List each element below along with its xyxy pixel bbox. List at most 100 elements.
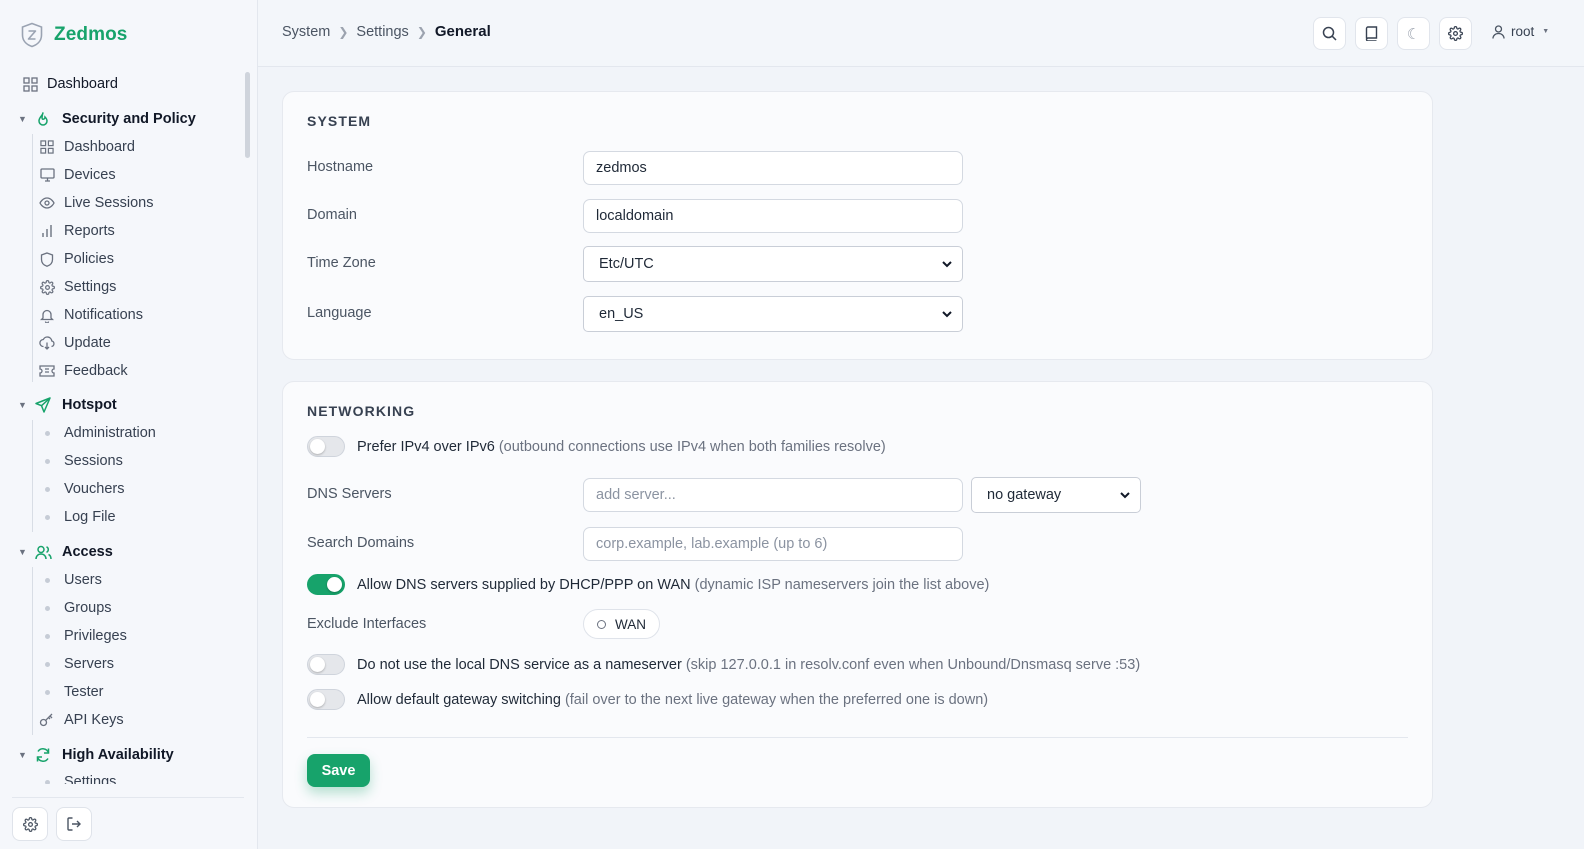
theme-toggle-button[interactable]: ☾ <box>1397 17 1430 50</box>
sidebar-scrollbar[interactable] <box>245 72 250 158</box>
exclude-wan-chip[interactable]: WAN <box>583 609 660 639</box>
bullet <box>39 779 55 784</box>
sidebar-item-live-sessions[interactable]: Live Sessions <box>39 191 153 215</box>
sidebar-group-label: Access <box>62 544 113 560</box>
sidebar-item-log-file[interactable]: Log File <box>39 505 116 529</box>
sidebar-item-label: Devices <box>64 167 116 183</box>
app-name: Zedmos <box>54 24 128 45</box>
caret-down-icon: ▼ <box>1542 28 1550 35</box>
bullet <box>39 605 55 611</box>
section-title: NETWORKING <box>307 403 416 419</box>
sidebar-item-label: Settings <box>64 774 117 784</box>
sidebar-item-sp-dashboard[interactable]: Dashboard <box>39 135 135 159</box>
sidebar-item-reports[interactable]: Reports <box>39 219 115 243</box>
tree-line <box>32 420 33 532</box>
allow-dhcp-text: Allow DNS servers supplied by DHCP/PPP o… <box>357 577 989 593</box>
timezone-select[interactable]: Etc/UTC <box>583 246 963 282</box>
docs-button[interactable] <box>1355 17 1388 50</box>
hostname-input[interactable]: zedmos <box>583 151 963 185</box>
gateway-select[interactable]: no gateway <box>971 477 1141 513</box>
gear-icon <box>1448 26 1463 41</box>
breadcrumb-system[interactable]: System <box>282 24 330 40</box>
chevron-down-icon <box>1120 491 1130 499</box>
sidebar-group-hotspot[interactable]: ▼ Hotspot <box>0 393 117 417</box>
sidebar-group-label: High Availability <box>62 747 174 763</box>
app-logo[interactable]: Zedmos <box>20 22 127 48</box>
bullet <box>39 430 55 436</box>
allow-dhcp-dns-toggle[interactable] <box>307 574 345 595</box>
sidebar-clip: Settings <box>0 769 258 784</box>
grid-icon <box>22 76 38 92</box>
search-icon <box>1322 26 1337 41</box>
breadcrumb-settings[interactable]: Settings <box>356 24 408 40</box>
search-domains-input[interactable]: corp.example, lab.example (up to 6) <box>583 527 963 561</box>
logout-button[interactable] <box>56 807 92 841</box>
dns-server-input[interactable]: add server... <box>583 478 963 512</box>
sidebar-item-label: Groups <box>64 600 112 616</box>
language-select[interactable]: en_US <box>583 296 963 332</box>
sidebar-item-vouchers[interactable]: Vouchers <box>39 477 124 501</box>
allow-dhcp-hint: (dynamic ISP nameservers join the list a… <box>694 576 990 593</box>
sidebar-item-update[interactable]: Update <box>39 331 111 355</box>
chevron-right-icon: ❯ <box>416 24 427 39</box>
sidebar-item-administration[interactable]: Administration <box>39 421 156 445</box>
exclude-interfaces-label: Exclude Interfaces <box>307 616 427 632</box>
settings-button[interactable] <box>1439 17 1472 50</box>
sidebar-item-label: Servers <box>64 656 114 672</box>
gateway-switching-text: Allow default gateway switching (fail ov… <box>357 692 988 708</box>
sidebar-item-ha-settings[interactable]: Settings <box>39 770 116 784</box>
search-button[interactable] <box>1313 17 1346 50</box>
no-local-dns-toggle[interactable] <box>307 654 345 675</box>
sidebar-item-label: Update <box>64 335 111 351</box>
bullet <box>39 633 55 639</box>
sidebar-item-label: Tester <box>64 684 104 700</box>
save-button[interactable]: Save <box>307 754 370 787</box>
sidebar-group-high-availability[interactable]: ▼ High Availability <box>0 743 174 767</box>
sidebar-item-tester[interactable]: Tester <box>39 680 104 704</box>
grid-icon <box>39 139 55 155</box>
sidebar-group-security[interactable]: ▼ Security and Policy <box>0 107 196 131</box>
bullet <box>39 514 55 520</box>
sidebar-item-groups[interactable]: Groups <box>39 596 112 620</box>
allow-dhcp-row: Allow DNS servers supplied by DHCP/PPP o… <box>307 574 989 595</box>
section-title: SYSTEM <box>307 113 372 129</box>
user-menu[interactable]: root ▼ <box>1492 24 1549 39</box>
sidebar-item-servers[interactable]: Servers <box>39 652 114 676</box>
bullet <box>39 689 55 695</box>
book-icon <box>1365 26 1378 41</box>
chip-label: WAN <box>615 616 646 632</box>
dns-servers-label: DNS Servers <box>307 486 392 502</box>
cloud-download-icon <box>39 335 55 351</box>
bullet <box>39 486 55 492</box>
sidebar-group-label: Security and Policy <box>62 111 196 127</box>
sidebar-item-dashboard[interactable]: Dashboard <box>22 72 118 96</box>
gateway-switching-toggle[interactable] <box>307 689 345 710</box>
networking-card: NETWORKING Prefer IPv4 over IPv6 (outbou… <box>282 381 1433 808</box>
sidebar-item-api-keys[interactable]: API Keys <box>39 708 124 732</box>
preferences-button[interactable] <box>12 807 48 841</box>
sidebar-item-label: Dashboard <box>47 76 118 92</box>
prefer-ipv4-toggle[interactable] <box>307 436 345 457</box>
chevron-right-icon: ❯ <box>338 24 349 39</box>
sidebar-item-privileges[interactable]: Privileges <box>39 624 127 648</box>
sidebar-group-access[interactable]: ▼ Access <box>0 540 113 564</box>
caret-down-icon: ▼ <box>18 114 27 124</box>
bell-icon <box>39 307 55 323</box>
sidebar-item-sessions[interactable]: Sessions <box>39 449 123 473</box>
no-local-dns-hint: (skip 127.0.0.1 in resolv.conf even when… <box>685 656 1141 673</box>
ticket-icon <box>39 363 55 379</box>
gateway-switching-label: Allow default gateway switching <box>357 691 561 708</box>
sidebar-item-feedback[interactable]: Feedback <box>39 359 128 383</box>
prefer-ipv4-row: Prefer IPv4 over IPv6 (outbound connecti… <box>307 436 886 457</box>
sidebar-item-settings[interactable]: Settings <box>39 275 116 299</box>
sidebar-item-label: Administration <box>64 425 156 441</box>
domain-input[interactable]: localdomain <box>583 199 963 233</box>
sidebar-item-users[interactable]: Users <box>39 568 102 592</box>
refresh-icon <box>34 746 52 764</box>
sidebar-item-label: Feedback <box>64 363 128 379</box>
sidebar-item-devices[interactable]: Devices <box>39 163 116 187</box>
sidebar-item-policies[interactable]: Policies <box>39 247 114 271</box>
breadcrumb-current: General <box>434 23 491 40</box>
sidebar-item-notifications[interactable]: Notifications <box>39 303 143 327</box>
shield-icon <box>39 251 55 267</box>
